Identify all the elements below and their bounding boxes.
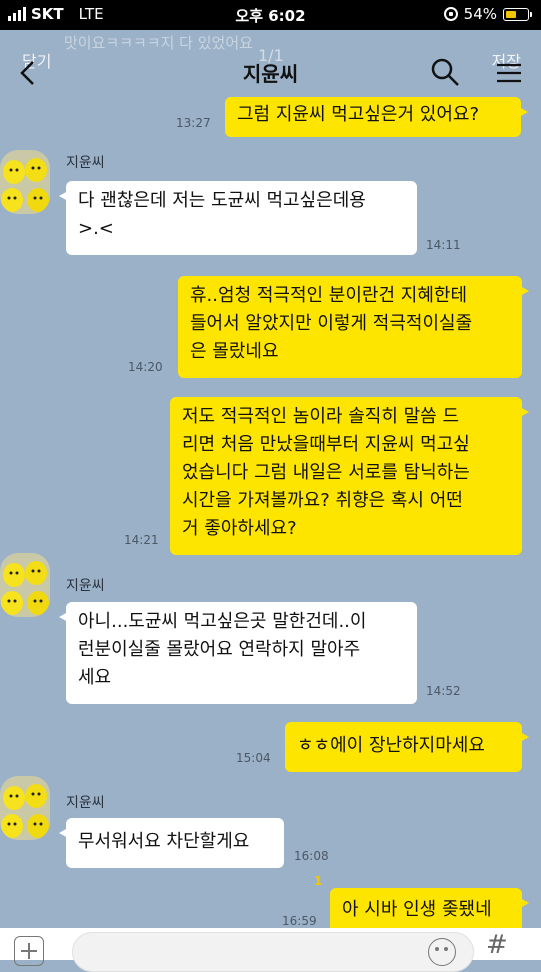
rotation-lock-icon (443, 7, 458, 21)
message-input[interactable] (72, 932, 474, 972)
menu-icon[interactable] (496, 60, 522, 86)
battery-icon (503, 7, 532, 21)
chat-header: 맛이요ㅋㅋㅋㅋ지 다 있었어요 닫기 1/1 저장 지윤씨 (0, 30, 541, 104)
message-time: 14:20 (128, 360, 163, 374)
message-time: 14:21 (124, 533, 159, 547)
contact-avatar[interactable] (0, 150, 50, 214)
message-bubble-sent[interactable]: 그럼 지윤씨 먹고싶은거 있어요? (225, 97, 528, 137)
emoji-icon[interactable] (428, 938, 456, 966)
message-time: 14:11 (426, 238, 461, 252)
battery-group: 54% (443, 5, 532, 23)
battery-percent: 54% (463, 5, 497, 23)
message-bubble-received[interactable]: 무서워서요 차단할게요 (59, 818, 284, 868)
message-bubble-received[interactable]: 다 괜찮은데 저는 도균씨 먹고싶은데용 >.< (59, 181, 417, 255)
message-time: 16:08 (294, 849, 329, 863)
message-bubble-received[interactable]: 아니...도균씨 먹고싶은곳 말한건데..이 런분이실줄 몰랐어요 연락하지 말… (59, 602, 417, 704)
sender-name: 지윤씨 (66, 155, 105, 171)
hash-icon[interactable]: # (486, 930, 508, 960)
status-bar: SKT LTE 오후 6:02 54% (0, 0, 541, 30)
sender-name: 지윤씨 (66, 795, 105, 811)
message-bubble-sent[interactable]: 저도 적극적인 놈이라 솔직히 말씀 드 리면 처음 만났을때부터 지윤씨 먹고… (170, 397, 529, 555)
plus-icon[interactable] (14, 936, 44, 966)
message-time: 15:04 (236, 751, 271, 765)
message-input-bar: # (0, 928, 541, 972)
battery-fill (506, 10, 516, 18)
message-bubble-sent[interactable]: ㅎㅎ에이 장난하지마세요 (285, 722, 529, 772)
viewer-preview-text: 맛이요ㅋㅋㅋㅋ지 다 있었어요 (64, 34, 253, 52)
message-bubble-sent[interactable]: 휴..엄청 적극적인 분이란건 지혜한테 들어서 알았지만 이렇게 적극적이실줄… (178, 276, 529, 378)
contact-avatar[interactable] (0, 776, 50, 840)
unread-count: 1 (314, 874, 323, 888)
search-icon[interactable] (429, 56, 461, 88)
message-time: 14:52 (426, 684, 461, 698)
sender-name: 지윤씨 (66, 578, 105, 594)
message-time: 16:59 (282, 914, 317, 928)
message-time: 13:27 (176, 116, 211, 130)
contact-avatar[interactable] (0, 553, 50, 617)
